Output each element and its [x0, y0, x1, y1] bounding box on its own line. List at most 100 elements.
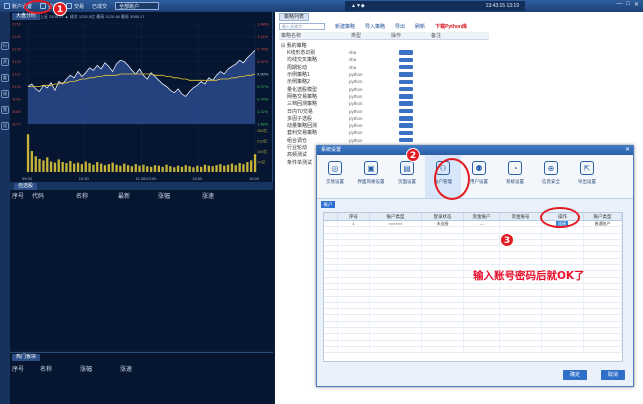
settings-category-bar: ◎ 交易设置 ▣ 界面风格设置 ▤ 页面设置 ⚇ 账户管理 ⚉ 用户设置 ◔ 系统设置 ⊕ 信息安全 ⇱ 导出… — [317, 155, 633, 199]
col-name[interactable]: 名称 — [40, 364, 80, 373]
edit-strategy-icon[interactable] — [399, 94, 413, 99]
rail-item-strategy[interactable]: 策 — [1, 106, 9, 114]
strategy-row[interactable]: 日内T0交易 python — [287, 107, 413, 115]
strategy-row[interactable]: 周期轮动 vba — [287, 64, 413, 71]
volume-bar — [234, 165, 237, 172]
strategy-row[interactable]: 网格交易策略 python — [287, 93, 413, 100]
col-change[interactable]: 涨幅 — [80, 364, 120, 373]
settings-category-7[interactable]: ⇱ 导出设置 — [569, 155, 605, 198]
edit-strategy-icon[interactable] — [399, 130, 413, 136]
volume-bar — [73, 163, 76, 172]
edit-strategy-icon[interactable] — [399, 123, 413, 128]
col-index[interactable]: 序号 — [10, 191, 32, 200]
col-index[interactable]: 序号 — [10, 364, 40, 373]
edit-strategy-icon[interactable] — [399, 57, 413, 63]
account-subtab[interactable]: 账户 — [321, 201, 335, 208]
chart-tab[interactable]: 大盘分时 — [12, 13, 41, 20]
percent-tick-label: 1.11% — [257, 34, 268, 39]
edit-strategy-icon[interactable] — [399, 101, 413, 106]
account-dropdown[interactable]: 全部账户 — [115, 2, 160, 10]
strategy-row[interactable]: 均线交叉策略 vba — [287, 56, 413, 63]
strategy-search-input[interactable]: 输入关键字 — [279, 23, 325, 30]
col-speed[interactable]: 涨速 — [120, 364, 160, 373]
volume-bar — [130, 166, 133, 172]
strategy-row[interactable]: 组合调仓 python — [287, 137, 413, 144]
volume-bar — [153, 165, 157, 172]
strategy-name: 多因子选股 — [287, 115, 313, 122]
volume-bar — [176, 165, 180, 172]
col-change[interactable]: 涨幅 — [158, 191, 202, 200]
strategy-row[interactable]: 示例策略2 python — [287, 78, 413, 85]
watchlist-tab[interactable]: 自选股 — [14, 182, 38, 190]
strategy-type: python — [349, 123, 363, 129]
filled-button[interactable]: 已成交 — [88, 0, 111, 12]
hot-sector-header: 序号 名称 涨幅 涨速 — [10, 363, 160, 373]
volume-tick-label: 280亿 — [257, 127, 268, 133]
category-icon: ▣ — [364, 161, 378, 175]
volume-bar — [169, 166, 172, 172]
strategy-name: 动量策略回测 — [287, 123, 318, 130]
edit-strategy-icon[interactable] — [399, 64, 413, 70]
strategy-row[interactable]: 动量策略回测 python — [287, 122, 413, 129]
edit-strategy-icon[interactable] — [399, 86, 413, 92]
col-account-kind: 账户类型 — [584, 213, 622, 220]
strategy-row[interactable]: 三档回测策略 python — [287, 100, 413, 107]
col-speed[interactable]: 涨速 — [202, 191, 242, 200]
strategy-row[interactable]: 多因子选股 python — [287, 115, 413, 122]
strategy-row[interactable]: 示例策略1 python — [287, 71, 413, 78]
rail-item-settings[interactable]: 设 — [1, 122, 9, 130]
edit-strategy-icon[interactable] — [399, 116, 413, 121]
cancel-button[interactable]: 取消 — [601, 370, 625, 380]
volume-bar — [192, 167, 195, 172]
time-tick-label: 10:30 — [79, 176, 90, 181]
close-button[interactable]: ✕ — [634, 1, 639, 8]
rail-item-fills[interactable]: 成 — [1, 90, 9, 98]
strategy-tab[interactable]: 策略列表 — [279, 13, 310, 21]
percent-tick-label: 0.74% — [257, 47, 269, 52]
edit-strategy-icon[interactable] — [399, 72, 413, 77]
edit-strategy-icon[interactable] — [399, 137, 413, 143]
edit-strategy-icon[interactable] — [399, 50, 413, 55]
ok-button[interactable]: 确定 — [563, 370, 587, 380]
strategy-row[interactable]: 量化选股模型 python — [287, 85, 413, 93]
volume-bar — [242, 164, 245, 172]
edit-strategy-icon[interactable] — [399, 108, 413, 114]
percent-tick-label: 0.37% — [257, 84, 269, 89]
strategy-tree-root[interactable]: ⊟ 我的策略 — [281, 42, 307, 49]
strategy-name: K线形态识别 — [287, 50, 316, 57]
col-name[interactable]: 名称 — [76, 191, 118, 200]
edit-strategy-icon[interactable] — [399, 79, 413, 85]
category-icon: ▤ — [400, 161, 414, 175]
rail-item-funds[interactable]: 资 — [1, 58, 9, 66]
volume-bar — [46, 157, 49, 172]
step-badge-2: 2 — [406, 148, 420, 162]
dialog-close-icon[interactable]: ✕ — [625, 146, 630, 155]
volume-bar — [65, 163, 68, 172]
strategy-row[interactable]: 套利交易策略 python — [287, 129, 413, 136]
download-python-link[interactable]: 下载Python库 — [435, 23, 467, 30]
category-label: 用户设置 — [470, 179, 488, 184]
export-link[interactable]: 导出 — [395, 23, 405, 30]
minimize-button[interactable]: — — [616, 1, 622, 8]
settings-category-1[interactable]: ▣ 界面风格设置 — [353, 155, 389, 198]
settings-category-0[interactable]: ◎ 交易设置 — [317, 155, 353, 198]
dialog-title-bar: 系统设置 ✕ — [317, 146, 633, 155]
strategy-type: vba — [349, 57, 357, 63]
rail-item-quotes[interactable]: 行 — [1, 42, 9, 50]
rail-item-orders[interactable]: 委 — [1, 74, 9, 82]
maximize-button[interactable]: □ — [626, 1, 630, 8]
settings-category-2[interactable]: ▤ 页面设置 — [389, 155, 425, 198]
refresh-link[interactable]: 刷新 — [415, 23, 425, 30]
volume-bar — [80, 164, 83, 172]
col-code[interactable]: 代码 — [32, 191, 76, 200]
new-strategy-link[interactable]: 新建策略 — [335, 23, 355, 30]
volume-bar — [173, 167, 176, 172]
volume-bar — [49, 161, 53, 172]
settings-category-6[interactable]: ⊕ 信息安全 — [533, 155, 569, 198]
import-strategy-link[interactable]: 导入策略 — [365, 23, 385, 30]
hot-sector-tab[interactable]: 热门板块 — [12, 354, 41, 361]
col-latest[interactable]: 最新 — [118, 191, 158, 200]
strategy-name: 组合调仓 — [287, 137, 308, 144]
settings-category-5[interactable]: ◔ 系统设置 — [497, 155, 533, 198]
strategy-row[interactable]: K线形态识别 vba — [287, 49, 413, 56]
